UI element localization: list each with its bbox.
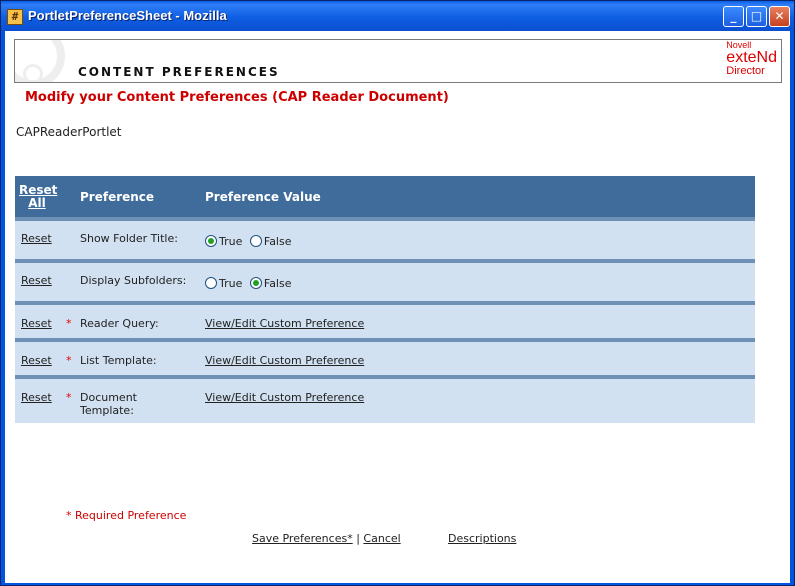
title-bar[interactable]: # PortletPreferenceSheet - Mozilla _ □ ✕: [1, 1, 794, 31]
preference-label: Show Folder Title:: [80, 232, 178, 245]
reset-link[interactable]: Reset: [21, 274, 52, 287]
preference-value: True False: [205, 277, 296, 290]
app-icon[interactable]: #: [7, 9, 23, 25]
preference-value: True False: [205, 235, 296, 248]
header-preference-value: Preference Value: [205, 190, 321, 204]
reset-link[interactable]: Reset: [21, 391, 52, 404]
view-edit-link[interactable]: View/Edit Custom Preference: [205, 354, 364, 367]
preference-label: Reader Query:: [80, 317, 159, 330]
view-edit-link[interactable]: View/Edit Custom Preference: [205, 391, 364, 404]
radio-true-icon[interactable]: [205, 277, 217, 289]
table-header: Reset All Preference Preference Value: [15, 176, 755, 217]
reset-link[interactable]: Reset: [21, 354, 52, 367]
header-preference: Preference: [80, 190, 155, 204]
cancel-link[interactable]: Cancel: [363, 532, 400, 545]
window-title: PortletPreferenceSheet - Mozilla: [28, 8, 227, 23]
browser-window: # PortletPreferenceSheet - Mozilla _ □ ✕…: [0, 0, 795, 586]
banner-title: CONTENT PREFERENCES: [78, 65, 280, 79]
maximize-button[interactable]: □: [746, 6, 767, 27]
minimize-button[interactable]: _: [723, 6, 744, 27]
reset-all-link[interactable]: Reset All: [19, 184, 57, 210]
table-row: Reset Show Folder Title: True False: [15, 217, 755, 259]
reset-link[interactable]: Reset: [21, 232, 52, 245]
separator: |: [356, 532, 360, 545]
descriptions-link[interactable]: Descriptions: [448, 532, 516, 545]
view-edit-link[interactable]: View/Edit Custom Preference: [205, 317, 364, 330]
table-row: Reset * Document Template: View/Edit Cust…: [15, 375, 755, 423]
preference-label: Display Subfolders:: [80, 274, 187, 287]
radio-false-icon[interactable]: [249, 277, 262, 289]
save-preferences-link[interactable]: Save Preferences*: [252, 532, 353, 545]
preference-label: List Template:: [80, 354, 157, 367]
radio-false-icon[interactable]: [249, 235, 262, 247]
table-row: Reset Display Subfolders: True False: [15, 259, 755, 301]
small-gear-icon: [23, 64, 43, 82]
required-note: * Required Preference: [66, 509, 187, 522]
page-title: Modify your Content Preferences (CAP Rea…: [25, 90, 449, 105]
page-content: CONTENT PREFERENCES Novell exteNd Direct…: [5, 31, 790, 583]
required-marker: *: [66, 391, 72, 404]
table-row: Reset * List Template: View/Edit Custom …: [15, 338, 755, 375]
radio-true-icon[interactable]: [205, 235, 217, 247]
table-row: Reset * Reader Query: View/Edit Custom P…: [15, 301, 755, 338]
novell-extend-logo: Novell exteNd Director: [726, 40, 777, 77]
preference-label: Document Template:: [80, 391, 137, 417]
required-marker: *: [66, 317, 72, 330]
preferences-table: Reset All Preference Preference Value Res…: [15, 176, 755, 423]
reset-link[interactable]: Reset: [21, 317, 52, 330]
close-button[interactable]: ✕: [769, 6, 790, 27]
required-marker: *: [66, 354, 72, 367]
portlet-name: CAPReaderPortlet: [16, 125, 122, 139]
banner: CONTENT PREFERENCES Novell exteNd Direct…: [14, 39, 782, 83]
